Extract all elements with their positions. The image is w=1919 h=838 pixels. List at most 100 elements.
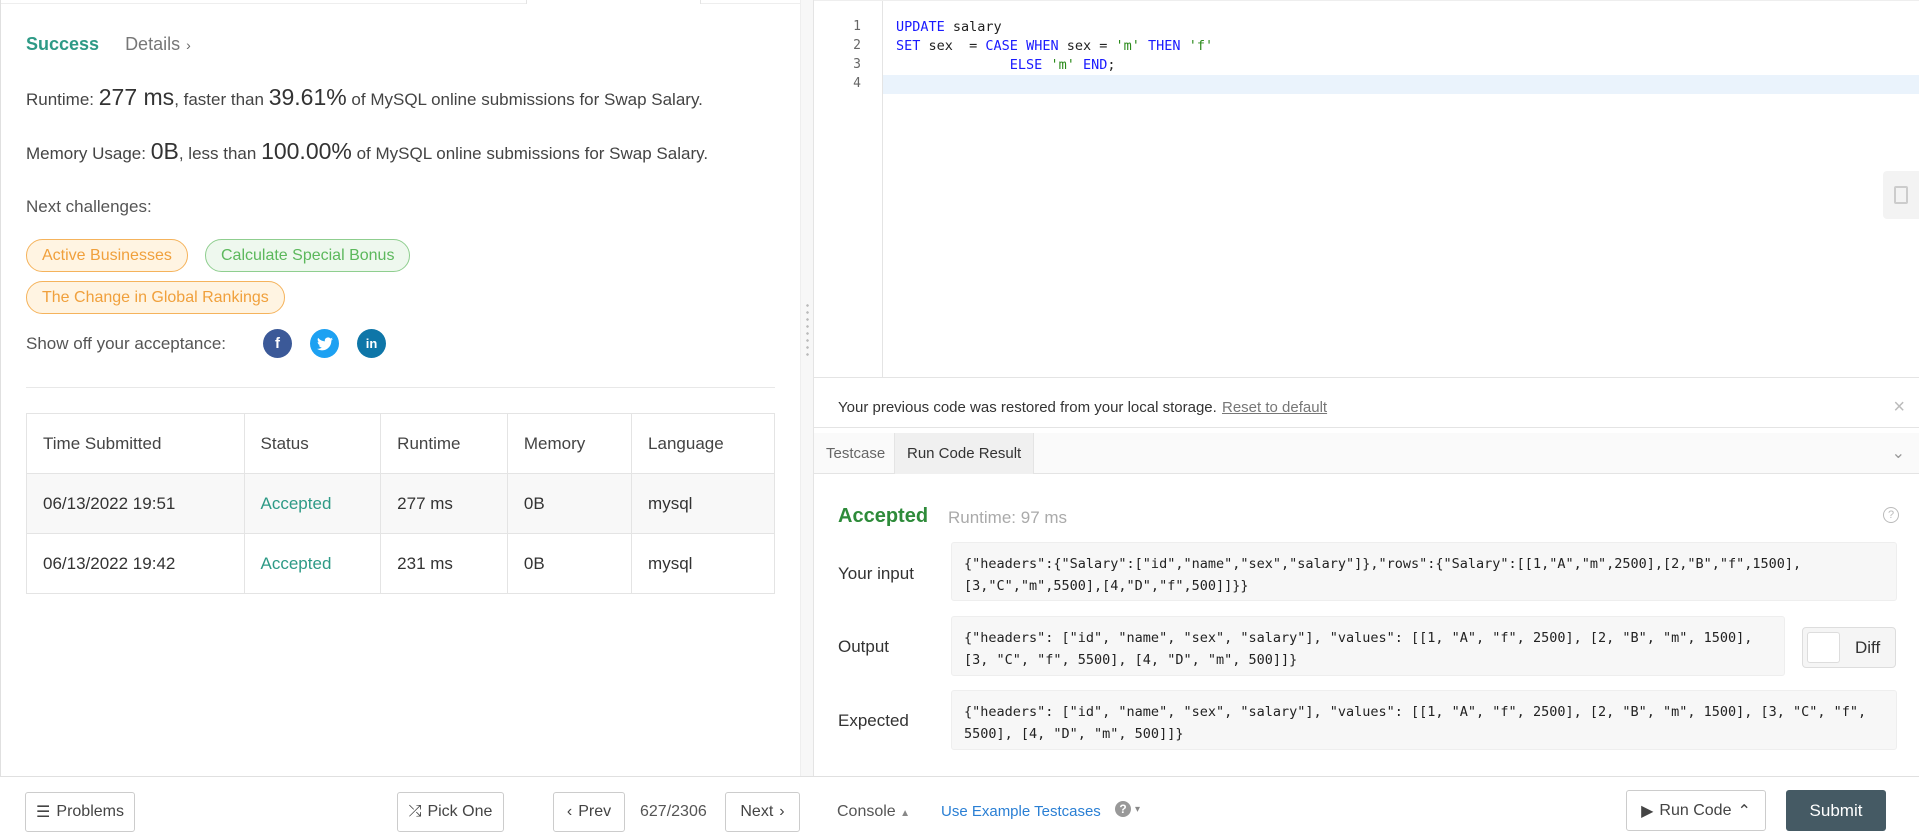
twitter-icon[interactable] [310, 329, 339, 358]
table-header-row: Time Submitted Status Runtime Memory Lan… [26, 413, 775, 474]
cell-status-link[interactable]: Accepted [243, 473, 382, 534]
restore-message: Your previous code was restored from you… [838, 399, 1217, 416]
input-label: Your input [838, 564, 914, 583]
expected-label: Expected [838, 711, 909, 730]
help-dropdown[interactable]: ? ▾ [1115, 801, 1140, 817]
next-challenges-label: Next challenges: [26, 197, 152, 216]
output-value: {"headers": ["id", "name", "sex", "salar… [951, 616, 1785, 676]
runtime-percent: 39.61% [268, 84, 347, 110]
console-label: Console [837, 803, 896, 820]
problems-button[interactable]: ☰ Problems [25, 792, 135, 832]
cell-status-link[interactable]: Accepted [243, 533, 382, 594]
close-icon[interactable]: × [1893, 396, 1905, 419]
col-time-submitted: Time Submitted [26, 413, 245, 474]
chevron-up-icon: ⌃ [1737, 802, 1751, 820]
table-row: 06/13/2022 19:42 Accepted 231 ms 0B mysq… [26, 533, 775, 594]
problems-label: Problems [56, 803, 124, 820]
col-status: Status [243, 413, 382, 474]
pick-one-label: Pick One [427, 803, 493, 820]
diff-label: Diff [1855, 638, 1881, 657]
bottom-toolbar: ☰ Problems ⤮ Pick One ‹ Prev 627/2306 Ne… [0, 776, 1919, 838]
challenge-chip-calculate-special-bonus[interactable]: Calculate Special Bonus [205, 239, 411, 272]
challenge-chip-global-rankings[interactable]: The Change in Global Rankings [26, 281, 285, 314]
restore-notice: Your previous code was restored from you… [814, 388, 1919, 428]
next-button[interactable]: Next › [725, 792, 800, 832]
details-label: Details [125, 34, 181, 54]
next-label: Next [740, 803, 774, 820]
memory-suffix: of MySQL online submissions for Swap Sal… [351, 144, 709, 163]
tab-testcase[interactable]: Testcase [814, 433, 897, 474]
active-tab-edge [526, 0, 701, 4]
col-memory: Memory [506, 413, 633, 474]
challenge-chip-active-businesses[interactable]: Active Businesses [26, 239, 188, 272]
result-header: Success Details › [26, 34, 191, 55]
memory-stat: Memory Usage: 0B, less than 100.00% of M… [26, 138, 708, 165]
caret-up-icon: ▲ [900, 808, 911, 819]
prev-label: Prev [578, 803, 612, 820]
chevron-right-icon: › [186, 36, 191, 53]
run-code-label: Run Code [1659, 801, 1732, 819]
share-label: Show off your acceptance: [26, 334, 227, 353]
use-example-testcases-link[interactable]: Use Example Testcases [941, 803, 1101, 820]
linkedin-icon[interactable]: in [357, 329, 386, 358]
run-status: Accepted [838, 505, 929, 527]
side-panel-tab-icon[interactable] [1883, 171, 1919, 219]
toggle-knob [1807, 632, 1840, 663]
reset-to-default-link[interactable]: Reset to default [1222, 399, 1327, 416]
submit-button[interactable]: Submit [1786, 790, 1886, 831]
play-icon: ▶ [1641, 802, 1654, 820]
cell-memory: 0B [506, 533, 633, 594]
prev-button[interactable]: ‹ Prev [553, 792, 625, 832]
run-code-button[interactable]: ▶ Run Code ⌃ [1626, 790, 1766, 831]
runtime-stat: Runtime: 277 ms, faster than 39.61% of M… [26, 84, 703, 111]
expected-value: {"headers": ["id", "name", "sex", "salar… [951, 690, 1897, 750]
help-icon[interactable]: ? [1883, 507, 1899, 523]
input-value: {"headers":{"Salary":["id","name","sex",… [951, 542, 1897, 601]
col-language: Language [631, 413, 775, 474]
runtime-mid: , faster than [174, 90, 269, 109]
output-label: Output [838, 637, 890, 656]
code-line-3: ELSE 'm' END; [1009, 57, 1116, 73]
pane-resize-handle[interactable] [800, 0, 814, 776]
cell-time: 06/13/2022 19:51 [26, 473, 245, 534]
table-row: 06/13/2022 19:51 Accepted 277 ms 0B mysq… [26, 473, 775, 534]
panel-top-border [1, 0, 801, 4]
line-number: 2 [853, 38, 861, 53]
chevron-down-icon[interactable]: ⌄ [1892, 443, 1905, 463]
cell-runtime: 231 ms [380, 533, 508, 594]
runtime-suffix: of MySQL online submissions for Swap Sal… [346, 90, 703, 109]
memory-mid: , less than [178, 144, 262, 163]
memory-percent: 100.00% [261, 138, 352, 164]
runtime-value: 277 ms [98, 84, 175, 110]
pick-one-button[interactable]: ⤮ Pick One [397, 792, 504, 832]
result-panel: Success Details › Runtime: 277 ms, faste… [0, 0, 801, 776]
tab-run-code-result[interactable]: Run Code Result [894, 433, 1035, 474]
success-status: Success [26, 34, 100, 54]
page-icon [1894, 186, 1908, 204]
console-toggle[interactable]: Console ▲ [837, 803, 910, 821]
current-line-highlight [883, 75, 1919, 94]
editor-panel: 1 2 3 4 UPDATE salary SET sex = CASE WHE… [814, 0, 1919, 776]
section-divider [26, 387, 775, 388]
chevron-right-icon: › [779, 803, 785, 820]
submissions-table: Time Submitted Status Runtime Memory Lan… [26, 413, 775, 594]
code-line-2: SET sex = CASE WHEN sex = 'm' THEN 'f' [896, 38, 1214, 54]
run-runtime: Runtime: 97 ms [948, 508, 1068, 527]
cell-language: mysql [631, 533, 775, 594]
shuffle-icon: ⤮ [408, 803, 422, 820]
diff-toggle[interactable]: Diff [1802, 627, 1896, 668]
details-link[interactable]: Details › [125, 34, 191, 55]
memory-value: 0B [150, 138, 179, 164]
question-icon: ? [1115, 801, 1131, 817]
code-editor[interactable]: 1 2 3 4 UPDATE salary SET sex = CASE WHE… [814, 1, 1919, 378]
console-tabs: Testcase Run Code Result ⌄ [814, 433, 1919, 474]
runtime-prefix: Runtime: [26, 90, 99, 109]
line-number: 3 [853, 57, 861, 72]
problem-counter: 627/2306 [640, 803, 707, 820]
chevron-left-icon: ‹ [566, 803, 573, 820]
facebook-icon[interactable]: f [263, 329, 292, 358]
code-line-1: UPDATE salary [896, 19, 1002, 35]
cell-memory: 0B [506, 473, 633, 534]
line-gutter: 1 2 3 4 [814, 1, 883, 378]
cell-time: 06/13/2022 19:42 [26, 533, 245, 594]
